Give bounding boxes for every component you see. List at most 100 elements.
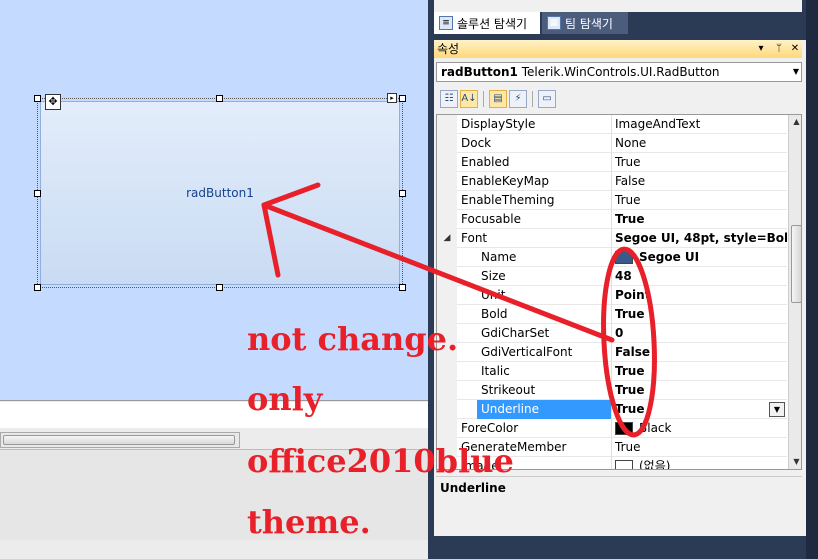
- property-value[interactable]: True ▼: [611, 400, 787, 419]
- resize-handle-sw[interactable]: [34, 284, 41, 291]
- property-value[interactable]: True: [611, 210, 787, 229]
- property-row[interactable]: EnableKeyMap False: [437, 172, 787, 191]
- tab-team-explorer-label: 팀 탐색기: [565, 16, 613, 31]
- property-value[interactable]: ImageAndText: [611, 115, 787, 134]
- property-value-text: (없음): [639, 459, 671, 470]
- property-value[interactable]: True: [611, 362, 787, 381]
- row-gutter: [437, 286, 457, 305]
- property-value-text: Point: [615, 288, 651, 302]
- property-row[interactable]: EnableTheming True: [437, 191, 787, 210]
- property-description-title: Underline: [440, 481, 506, 495]
- tab-strip-top: [434, 0, 802, 12]
- scroll-up-icon[interactable]: ▲: [789, 115, 801, 129]
- property-row[interactable]: Underline True ▼: [437, 400, 787, 419]
- property-name[interactable]: Focusable: [457, 210, 611, 229]
- move-handle-icon[interactable]: ✥: [45, 94, 61, 110]
- resize-handle-s[interactable]: [216, 284, 223, 291]
- property-name[interactable]: Strikeout: [477, 381, 611, 400]
- property-row[interactable]: Bold True: [437, 305, 787, 324]
- horizontal-scrollbar[interactable]: [0, 432, 240, 448]
- property-value[interactable]: True: [611, 153, 787, 172]
- resize-handle-se[interactable]: [399, 284, 406, 291]
- property-description: Underline: [436, 476, 802, 532]
- property-value[interactable]: False: [611, 343, 787, 362]
- property-name[interactable]: GdiVerticalFont: [477, 343, 611, 362]
- property-value[interactable]: 0: [611, 324, 787, 343]
- property-name[interactable]: EnableTheming: [457, 191, 611, 210]
- horizontal-scrollbar-thumb[interactable]: [3, 435, 235, 445]
- close-icon[interactable]: ✕: [788, 40, 802, 58]
- rad-button-preview[interactable]: radButton1: [40, 101, 400, 285]
- resize-handle-e[interactable]: [399, 190, 406, 197]
- tab-solution-explorer[interactable]: ≡ 솔루션 탐색기: [434, 12, 540, 34]
- property-name[interactable]: Dock: [457, 134, 611, 153]
- property-value-text: True: [615, 402, 645, 416]
- property-value[interactable]: True: [611, 191, 787, 210]
- property-row[interactable]: Dock None: [437, 134, 787, 153]
- property-name[interactable]: Name: [477, 248, 611, 267]
- property-name[interactable]: GdiCharSet: [477, 324, 611, 343]
- property-name[interactable]: Font: [457, 229, 611, 248]
- property-row[interactable]: Strikeout True: [437, 381, 787, 400]
- pin-icon[interactable]: ᛘ: [772, 40, 786, 58]
- property-value-text: Segoe UI: [639, 250, 700, 264]
- property-value-text: 48: [615, 269, 632, 283]
- smart-tag-icon[interactable]: ▸: [387, 93, 397, 103]
- resize-handle-nw[interactable]: [34, 95, 41, 102]
- property-row[interactable]: Focusable True: [437, 210, 787, 229]
- property-value[interactable]: Black: [611, 419, 787, 438]
- property-row[interactable]: Unit Point: [437, 286, 787, 305]
- property-row[interactable]: Enabled True: [437, 153, 787, 172]
- tab-team-explorer[interactable]: ▦ 팀 탐색기: [542, 12, 628, 34]
- property-row[interactable]: GdiVerticalFont False: [437, 343, 787, 362]
- property-row[interactable]: GdiCharSet 0: [437, 324, 787, 343]
- property-value[interactable]: True: [611, 381, 787, 400]
- property-name[interactable]: Italic: [477, 362, 611, 381]
- property-value-text: False: [615, 345, 650, 359]
- property-grid-scrollbar[interactable]: ▲ ▼: [788, 115, 801, 469]
- property-value[interactable]: True: [611, 305, 787, 324]
- property-grid-scrollbar-thumb[interactable]: [791, 225, 801, 303]
- property-value[interactable]: None: [611, 134, 787, 153]
- property-row[interactable]: Name Segoe UI: [437, 248, 787, 267]
- property-row[interactable]: DisplayStyle ImageAndText: [437, 115, 787, 134]
- property-pages-icon[interactable]: ▭: [538, 90, 556, 108]
- window-menu-icon[interactable]: ▾: [754, 40, 768, 58]
- property-name[interactable]: Size: [477, 267, 611, 286]
- property-value-text: True: [615, 307, 645, 321]
- properties-view-icon[interactable]: ▤: [489, 90, 507, 108]
- categorized-icon[interactable]: ☷: [440, 90, 458, 108]
- property-name[interactable]: Unit: [477, 286, 611, 305]
- resize-handle-n[interactable]: [216, 95, 223, 102]
- scroll-down-icon[interactable]: ▼: [789, 455, 801, 469]
- property-value[interactable]: False: [611, 172, 787, 191]
- property-name[interactable]: ForeColor: [457, 419, 611, 438]
- property-value[interactable]: (없음): [611, 457, 787, 470]
- property-row[interactable]: Italic True: [437, 362, 787, 381]
- property-value[interactable]: Point: [611, 286, 787, 305]
- property-value[interactable]: True: [611, 438, 787, 457]
- expander-icon[interactable]: ◢: [437, 229, 457, 248]
- property-value-text: 0: [615, 326, 624, 340]
- resize-handle-w[interactable]: [34, 190, 41, 197]
- property-row[interactable]: Size 48: [437, 267, 787, 286]
- properties-title-bar: 속성 ▾ ᛘ ✕: [434, 40, 802, 58]
- property-name[interactable]: DisplayStyle: [457, 115, 611, 134]
- resize-handle-ne[interactable]: [399, 95, 406, 102]
- property-name[interactable]: EnableKeyMap: [457, 172, 611, 191]
- property-value[interactable]: Segoe UI: [611, 248, 787, 267]
- chevron-down-icon[interactable]: ▼: [793, 63, 799, 81]
- property-name[interactable]: Underline: [477, 400, 611, 419]
- property-value[interactable]: 48: [611, 267, 787, 286]
- property-name[interactable]: Bold: [477, 305, 611, 324]
- events-icon[interactable]: ⚡: [509, 90, 527, 108]
- property-value[interactable]: Segoe UI, 48pt, style=Bold, Ita: [611, 229, 787, 248]
- row-gutter: [437, 134, 457, 153]
- property-row[interactable]: ◢Font Segoe UI, 48pt, style=Bold, Ita: [437, 229, 787, 248]
- property-row[interactable]: ForeColor Black: [437, 419, 787, 438]
- color-swatch: [615, 251, 633, 264]
- property-name[interactable]: Enabled: [457, 153, 611, 172]
- object-selector[interactable]: radButton1 Telerik.WinControls.UI.RadBut…: [436, 62, 802, 82]
- alphabetical-icon[interactable]: A↓: [460, 90, 478, 108]
- value-dropdown-icon[interactable]: ▼: [769, 402, 785, 417]
